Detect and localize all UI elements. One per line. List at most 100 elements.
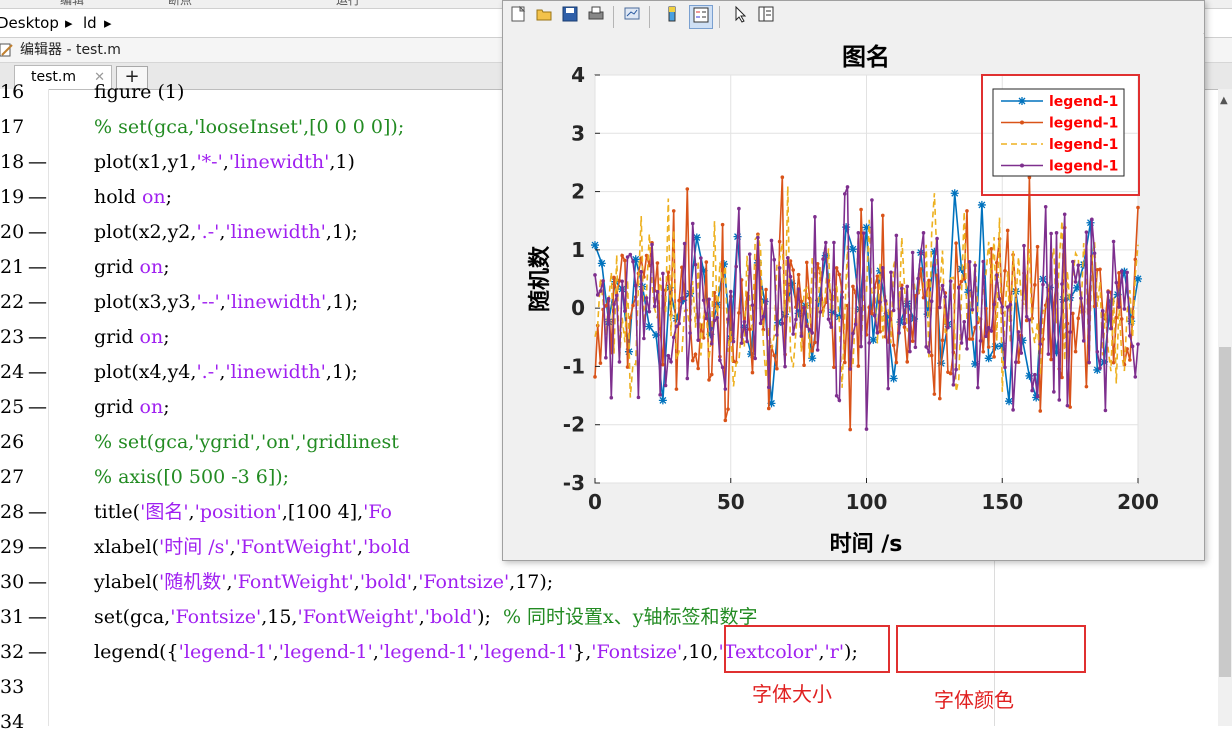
series-marker: [704, 316, 709, 321]
breakpoint-marker[interactable]: —: [28, 635, 47, 670]
code-text[interactable]: grid on;: [94, 390, 170, 425]
series-marker: [772, 257, 776, 262]
series-marker: [593, 375, 597, 379]
code-text[interactable]: grid on;: [94, 320, 170, 355]
series-marker: [785, 256, 790, 260]
series-marker: [861, 231, 866, 235]
menu-run[interactable]: 运行: [336, 0, 360, 8]
select-pointer-icon[interactable]: [729, 5, 751, 27]
breakpoint-marker[interactable]: —: [28, 250, 47, 285]
property-editor-icon[interactable]: [755, 5, 777, 27]
breakpoint-marker[interactable]: —: [28, 355, 47, 390]
series-marker: [978, 339, 983, 343]
series-marker: [973, 263, 977, 268]
breakpoint-marker[interactable]: —: [28, 145, 47, 180]
series-marker: [984, 334, 988, 339]
menu-breakpoints[interactable]: 断点: [168, 0, 192, 8]
series-marker: [1005, 397, 1014, 406]
series-marker: [950, 189, 959, 198]
series-marker: [943, 294, 948, 299]
series-marker: [671, 209, 676, 213]
series-marker: [612, 302, 616, 307]
series-marker: [891, 308, 896, 313]
menu-edit[interactable]: 编辑: [60, 0, 84, 8]
new-figure-icon[interactable]: [507, 5, 529, 27]
series-marker: [1033, 283, 1037, 287]
line-number: 20: [0, 221, 25, 243]
open-file-icon[interactable]: [533, 5, 555, 27]
link-plot-icon[interactable]: [621, 5, 643, 27]
series-marker: [720, 222, 725, 227]
code-text[interactable]: xlabel('时间 /s','FontWeight','bold: [94, 530, 410, 565]
code-text[interactable]: figure (1): [94, 75, 184, 110]
breakpoint-marker[interactable]: —: [28, 530, 47, 565]
code-text[interactable]: % set(gca,'ygrid','on','gridlinest: [94, 425, 399, 460]
code-text[interactable]: plot(x2,y2,'.-','linewidth',1);: [94, 215, 358, 250]
vertical-scrollbar[interactable]: ▲: [1218, 89, 1232, 726]
series-marker: [758, 321, 763, 326]
code-text[interactable]: plot(x4,y4,'.-','linewidth',1);: [94, 355, 358, 390]
series-marker: [821, 257, 825, 261]
line-number: 24: [0, 361, 25, 383]
breakpoint-marker[interactable]: —: [28, 285, 47, 320]
code-text[interactable]: plot(x3,y3,'--','linewidth',1);: [94, 285, 358, 320]
breadcrumb-desktop[interactable]: Desktop: [0, 9, 59, 37]
series-marker: [1128, 333, 1132, 338]
code-line[interactable]: 33: [0, 670, 1232, 705]
y-tick-label: 0: [571, 296, 585, 320]
code-text[interactable]: hold on;: [94, 180, 172, 215]
save-icon[interactable]: [559, 5, 581, 27]
series-marker: [604, 355, 608, 360]
series-marker: [1046, 352, 1051, 356]
code-text[interactable]: % axis([0 500 -3 6]);: [94, 460, 289, 495]
series-marker: [623, 309, 627, 313]
code-text[interactable]: grid on;: [94, 250, 170, 285]
breakpoint-marker[interactable]: —: [28, 495, 47, 530]
code-text[interactable]: ylabel('随机数','FontWeight','bold','Fontsi…: [94, 565, 553, 600]
scrollbar-thumb[interactable]: [1219, 347, 1231, 677]
breakpoint-marker[interactable]: —: [28, 390, 47, 425]
colorbar-icon[interactable]: [661, 5, 683, 27]
code-text[interactable]: title('图名','position',[100 4],'Fo: [94, 495, 392, 530]
breakpoint-marker[interactable]: —: [28, 215, 47, 250]
scroll-up-icon[interactable]: ▲: [1220, 95, 1228, 106]
series-marker: [948, 279, 953, 283]
series-marker: [644, 296, 649, 300]
print-icon[interactable]: [585, 5, 607, 27]
series-marker: [1087, 360, 1091, 365]
series-marker: [1052, 390, 1056, 394]
code-text[interactable]: % set(gca,'looseInset',[0 0 0 0]);: [94, 110, 404, 145]
breadcrumb-ld[interactable]: ld: [83, 9, 97, 37]
code-line[interactable]: 34: [0, 705, 1232, 740]
series-marker: [977, 200, 986, 209]
series-marker: [1076, 316, 1081, 321]
series-marker: [685, 187, 690, 191]
legend-toggle-icon[interactable]: [689, 5, 713, 29]
series-marker: [962, 319, 967, 324]
series-marker: [813, 215, 817, 219]
code-text[interactable]: set(gca,'Fontsize',15,'FontWeight','bold…: [94, 600, 758, 635]
series-marker: [704, 260, 709, 264]
series-marker: [851, 284, 855, 289]
series-marker: [1073, 349, 1078, 354]
series-marker: [1076, 263, 1081, 268]
series-marker: [886, 386, 891, 391]
series-marker: [677, 321, 681, 326]
breakpoint-marker[interactable]: —: [28, 180, 47, 215]
y-tick-label: -3: [563, 471, 585, 495]
series-marker: [1043, 205, 1048, 209]
line-number: 26: [0, 431, 25, 453]
series-marker: [832, 240, 836, 245]
breakpoint-marker[interactable]: —: [28, 320, 47, 355]
code-line[interactable]: 30— ylabel('随机数','FontWeight','bold','Fon…: [0, 565, 1232, 600]
code-text[interactable]: plot(x1,y1,'*-','linewidth',1): [94, 145, 355, 180]
series-marker: [848, 245, 857, 254]
series-marker: [872, 313, 877, 318]
series-marker: [823, 240, 828, 245]
series-marker: [642, 336, 646, 341]
series-marker: [696, 366, 700, 371]
breakpoint-marker[interactable]: —: [28, 565, 47, 600]
series-marker: [1081, 339, 1086, 343]
series-marker: [938, 396, 942, 401]
breakpoint-marker[interactable]: —: [28, 600, 47, 635]
